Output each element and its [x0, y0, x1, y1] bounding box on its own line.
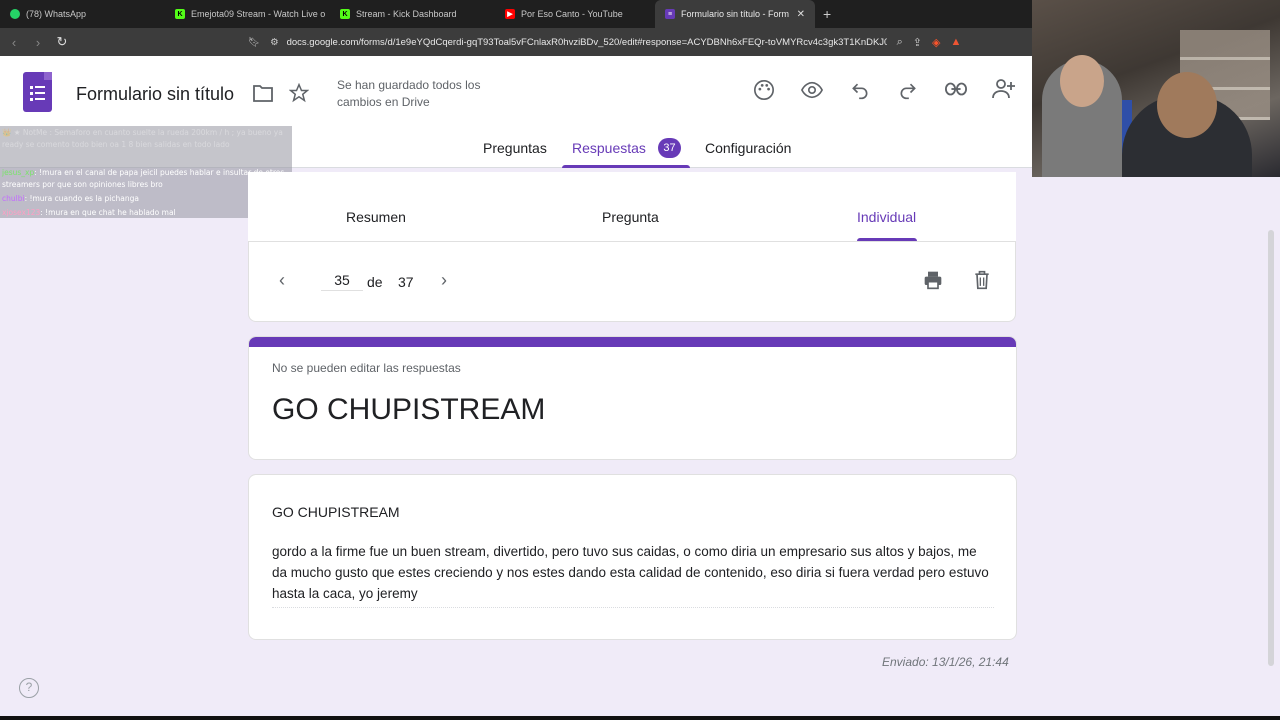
tab-label: Por Eso Canto - YouTube [521, 9, 623, 19]
page-scrollbar[interactable] [1268, 230, 1274, 666]
browser-tab-whatsapp[interactable]: (78) WhatsApp [0, 0, 165, 28]
logo-line [35, 86, 45, 88]
reload-icon[interactable]: ↻ [52, 34, 72, 50]
help-icon[interactable]: ? [19, 678, 39, 698]
tab-responses[interactable]: Respuestas [572, 140, 646, 156]
chat-username: xjosex123 [2, 208, 41, 217]
url-text: docs.google.com/forms/d/1e9eYQdCqerdi-gq… [286, 36, 887, 48]
back-icon[interactable]: ‹ [4, 35, 24, 50]
google-forms-logo[interactable] [23, 72, 52, 112]
save-status: Se han guardado todos los cambios en Dri… [337, 78, 481, 109]
chat-text: : !mura cuando es la pichanga [24, 194, 139, 203]
accent-bar [249, 337, 1016, 347]
brave-shield-icon[interactable]: ◈ [932, 36, 940, 49]
response-number-input[interactable]: 35 [321, 272, 363, 291]
rewards-icon[interactable]: ▲ [950, 36, 961, 48]
response-view-tabs: Resumen Pregunta Individual [248, 172, 1016, 242]
response-form-title: GO CHUPISTREAM [272, 393, 546, 426]
submitted-timestamp: Enviado: 13/1/26, 21:44 [882, 655, 1009, 669]
zoom-icon[interactable]: ⌕ [897, 36, 903, 49]
chat-username: chulbi [2, 194, 25, 203]
previous-response-icon[interactable]: ‹ [279, 270, 285, 291]
chat-text: : !mura en el canal de papa jeicil puede… [2, 168, 285, 189]
forward-icon[interactable]: › [28, 35, 48, 50]
palette-icon[interactable] [753, 79, 775, 101]
site-info-icon[interactable]: ⚙︎ [270, 37, 279, 48]
delete-icon[interactable] [973, 270, 991, 290]
undo-icon[interactable] [850, 80, 870, 100]
browser-tab-bar: (78) WhatsApp K Emejota09 Stream - Watch… [0, 0, 1032, 28]
of-label: de [367, 274, 383, 290]
new-tab-icon[interactable]: + [823, 6, 831, 22]
tab-questions[interactable]: Preguntas [483, 140, 547, 156]
no-edit-notice: No se pueden editar las respuestas [272, 361, 461, 375]
browser-address-bar: ‹ › ↻ 🔖︎ ⚙︎ docs.google.com/forms/d/1e9e… [0, 28, 1032, 56]
youtube-icon: ▶ [505, 9, 515, 19]
chat-message-faded: 👑 ★ NotMe : Semaforo en cuanto suelte la… [2, 128, 283, 149]
browser-tab-youtube[interactable]: ▶ Por Eso Canto - YouTube [495, 0, 655, 28]
forms-icon: ≡ [665, 9, 675, 19]
person-right-head [1157, 72, 1217, 138]
tab-summary[interactable]: Resumen [346, 209, 406, 225]
logo-dot [30, 92, 33, 95]
whatsapp-icon [10, 9, 20, 19]
logo-dot [30, 98, 33, 101]
close-tab-icon[interactable]: ✕ [797, 9, 805, 20]
active-tab-indicator [562, 165, 690, 168]
kick-icon: K [175, 9, 185, 19]
browser-tab-kick-stream[interactable]: K Emejota09 Stream - Watch Live o [165, 0, 330, 28]
responses-count-badge: 37 [658, 138, 681, 158]
logo-dot [30, 86, 33, 89]
form-title[interactable]: Formulario sin título [76, 84, 234, 105]
tab-label: Emejota09 Stream - Watch Live o [191, 9, 326, 19]
webcam-overlay [1032, 0, 1280, 177]
kick-icon: K [340, 9, 350, 19]
star-icon[interactable] [289, 83, 309, 103]
bottom-edge [0, 716, 1280, 720]
chat-text: : !mura en que chat he hablado mal [40, 208, 176, 217]
browser-tab-kick-dashboard[interactable]: K Stream - Kick Dashboard [330, 0, 495, 28]
question-title: GO CHUPISTREAM [272, 504, 400, 520]
logo-line [35, 98, 45, 100]
tab-question[interactable]: Pregunta [602, 209, 659, 225]
active-subtab-indicator [857, 238, 917, 241]
tab-label: (78) WhatsApp [26, 9, 87, 19]
add-collaborator-icon[interactable] [992, 78, 1016, 100]
next-response-icon[interactable]: › [441, 270, 447, 291]
url-field[interactable]: 🔖︎ ⚙︎ docs.google.com/forms/d/1e9eYQdCqe… [240, 31, 970, 53]
person-left-head [1060, 55, 1104, 107]
logo-line [35, 92, 45, 94]
form-title-card: No se pueden editar las respuestas GO CH… [248, 336, 1017, 460]
response-navigation: ‹ 35 de 37 › [248, 242, 1016, 322]
tab-label: Formulario sin título - Formular [681, 9, 789, 19]
chat-username: jesus_xp [2, 168, 35, 177]
total-responses: 37 [398, 274, 414, 290]
tab-label: Stream - Kick Dashboard [356, 9, 457, 19]
bookmark-icon[interactable]: 🔖︎ [248, 37, 260, 48]
tab-settings[interactable]: Configuración [705, 140, 791, 156]
browser-tab-forms[interactable]: ≡ Formulario sin título - Formular ✕ [655, 0, 815, 28]
redo-icon[interactable] [898, 80, 918, 100]
tab-individual[interactable]: Individual [857, 209, 916, 225]
question-card: GO CHUPISTREAM gordo a la firme fue un b… [248, 474, 1017, 640]
print-icon[interactable] [923, 270, 943, 290]
share-icon[interactable]: ⇪ [913, 36, 922, 49]
folder-icon[interactable] [253, 84, 273, 102]
preview-eye-icon[interactable] [801, 80, 823, 100]
link-icon[interactable] [945, 81, 967, 97]
answer-text: gordo a la firme fue un buen stream, div… [272, 541, 994, 608]
